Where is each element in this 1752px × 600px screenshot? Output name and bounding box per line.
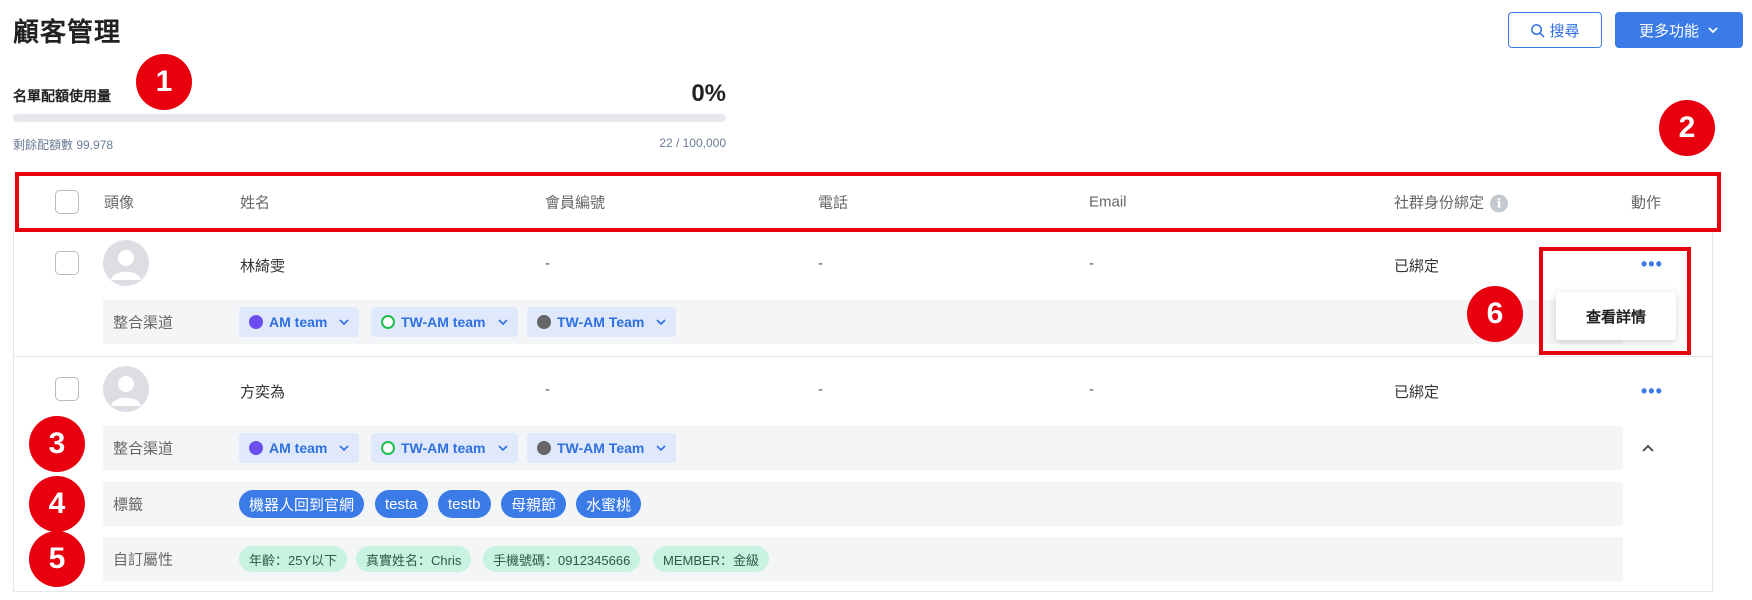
annotation-marker: 6 [1467,286,1523,342]
more-actions-button[interactable]: ••• [1641,382,1663,400]
page-title: 顧客管理 [13,17,122,47]
annotation-marker: 2 [1659,100,1715,156]
quota-remaining: 剩餘配額數 99,978 [13,138,114,152]
quota-label: 名單配額使用量 [13,88,111,104]
channel-chip[interactable]: AM team [239,307,360,337]
tag-chip[interactable]: testb [438,490,491,518]
email: - [1089,255,1094,272]
search-icon [1531,23,1545,37]
chevron-down-icon [497,445,508,452]
avatar [103,240,149,286]
annotation-marker: 5 [29,531,85,587]
tags-row: 標籤 機器人回到官網 testa testb 母親節 水蜜桃 [103,482,1623,526]
channel-chip[interactable]: TW-AM Team [527,433,677,463]
chevron-down-icon [339,445,349,452]
channel-name: AM team [269,314,328,330]
tags-label: 標籤 [113,496,144,514]
quota-percent: 0% [691,80,726,107]
annotation-box-actions [1539,247,1691,355]
chevron-down-icon [656,319,666,326]
channels-row: 整合渠道 AM team TW-AM team TW-AM Team [103,426,1623,470]
chevron-up-icon[interactable] [1640,440,1656,456]
messenger-icon [249,441,263,455]
channel-name: AM team [269,440,328,456]
channels-label: 整合渠道 [113,314,174,332]
social-binding-status: 已綁定 [1394,258,1440,275]
avatar [103,366,149,412]
phone: - [818,381,823,398]
quota-used: 22 / 100,000 [659,136,726,150]
search-button[interactable]: 搜尋 [1508,12,1602,48]
more-functions-label: 更多功能 [1638,22,1699,40]
customer-name[interactable]: 方奕為 [240,381,285,402]
more-functions-button[interactable]: 更多功能 [1615,12,1743,48]
email: - [1089,381,1094,398]
channel-chip[interactable]: TW-AM Team [527,307,677,337]
channel-name: TW-AM team [401,440,486,456]
member-id: - [545,255,550,272]
channel-name: TW-AM Team [557,440,645,456]
avatar-icon [111,250,141,280]
line-icon [381,315,395,329]
chevron-down-icon [497,319,508,326]
attribute-chip: MEMBER：金級 [653,546,770,572]
custom-attributes-row: 自訂屬性 年齡：25Y以下 真實姓名：Chris 手機號碼：0912345666… [103,537,1623,581]
line-icon [381,441,395,455]
channel-name: TW-AM team [401,314,486,330]
messenger-icon [249,315,263,329]
phone: - [818,255,823,272]
webchat-icon [537,441,551,455]
member-id: - [545,381,550,398]
tag-chip[interactable]: 水蜜桃 [576,490,642,518]
channel-chip[interactable]: AM team [239,433,360,463]
custom-attributes-label: 自訂屬性 [113,551,174,569]
avatar-icon [111,376,141,406]
social-binding-status: 已綁定 [1394,384,1440,401]
webchat-icon [537,315,551,329]
attribute-chip: 手機號碼：0912345666 [483,546,641,572]
row-divider [13,356,1713,357]
channels-row: 整合渠道 AM team TW-AM team TW-AM Team [103,300,1623,344]
tag-chip[interactable]: 機器人回到官網 [239,490,365,518]
attribute-chip: 年齡：25Y以下 [239,546,348,572]
channel-name: TW-AM Team [557,314,645,330]
annotation-box-header [15,172,1721,232]
channel-chip[interactable]: TW-AM team [371,433,518,463]
tag-chip[interactable]: testa [375,490,428,518]
row-checkbox[interactable] [55,251,79,275]
chevron-down-icon [656,445,666,452]
attribute-chip: 真實姓名：Chris [356,546,472,572]
annotation-marker: 1 [136,54,192,110]
channel-chip[interactable]: TW-AM team [371,307,518,337]
chevron-down-icon [1708,27,1718,34]
search-button-label: 搜尋 [1549,22,1580,40]
chevron-down-icon [339,319,349,326]
annotation-marker: 3 [29,416,85,472]
customer-name[interactable]: 林綺雯 [240,255,285,276]
tag-chip[interactable]: 母親節 [501,490,567,518]
quota-progress-bar [13,114,726,122]
row-checkbox[interactable] [55,377,79,401]
channels-label: 整合渠道 [113,440,174,458]
annotation-marker: 4 [29,476,85,532]
